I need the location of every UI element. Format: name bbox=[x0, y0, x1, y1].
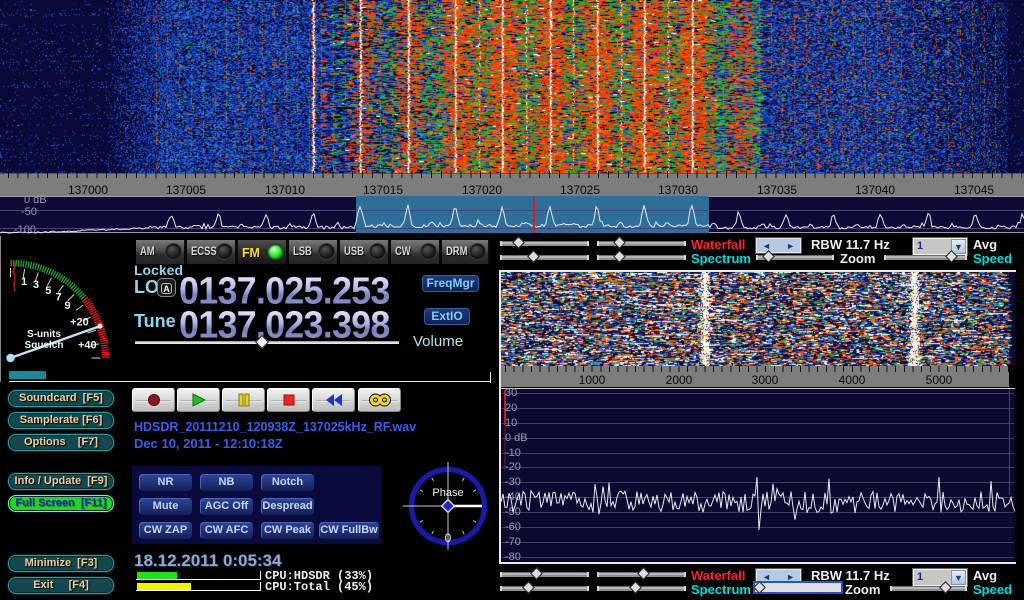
svg-text:9: 9 bbox=[64, 300, 70, 312]
svg-text:1: 1 bbox=[21, 276, 27, 288]
svg-text:5: 5 bbox=[45, 285, 51, 297]
svg-text:Phase: Phase bbox=[432, 487, 463, 499]
svg-text:3: 3 bbox=[33, 279, 39, 291]
svg-text:7: 7 bbox=[55, 292, 61, 304]
svg-text:+40: +40 bbox=[78, 340, 97, 352]
svg-text:+20: +20 bbox=[70, 316, 89, 328]
svg-text:S-units: S-units bbox=[27, 329, 61, 340]
svg-text:Squelch: Squelch bbox=[25, 340, 64, 351]
svg-text:0: 0 bbox=[445, 531, 452, 545]
